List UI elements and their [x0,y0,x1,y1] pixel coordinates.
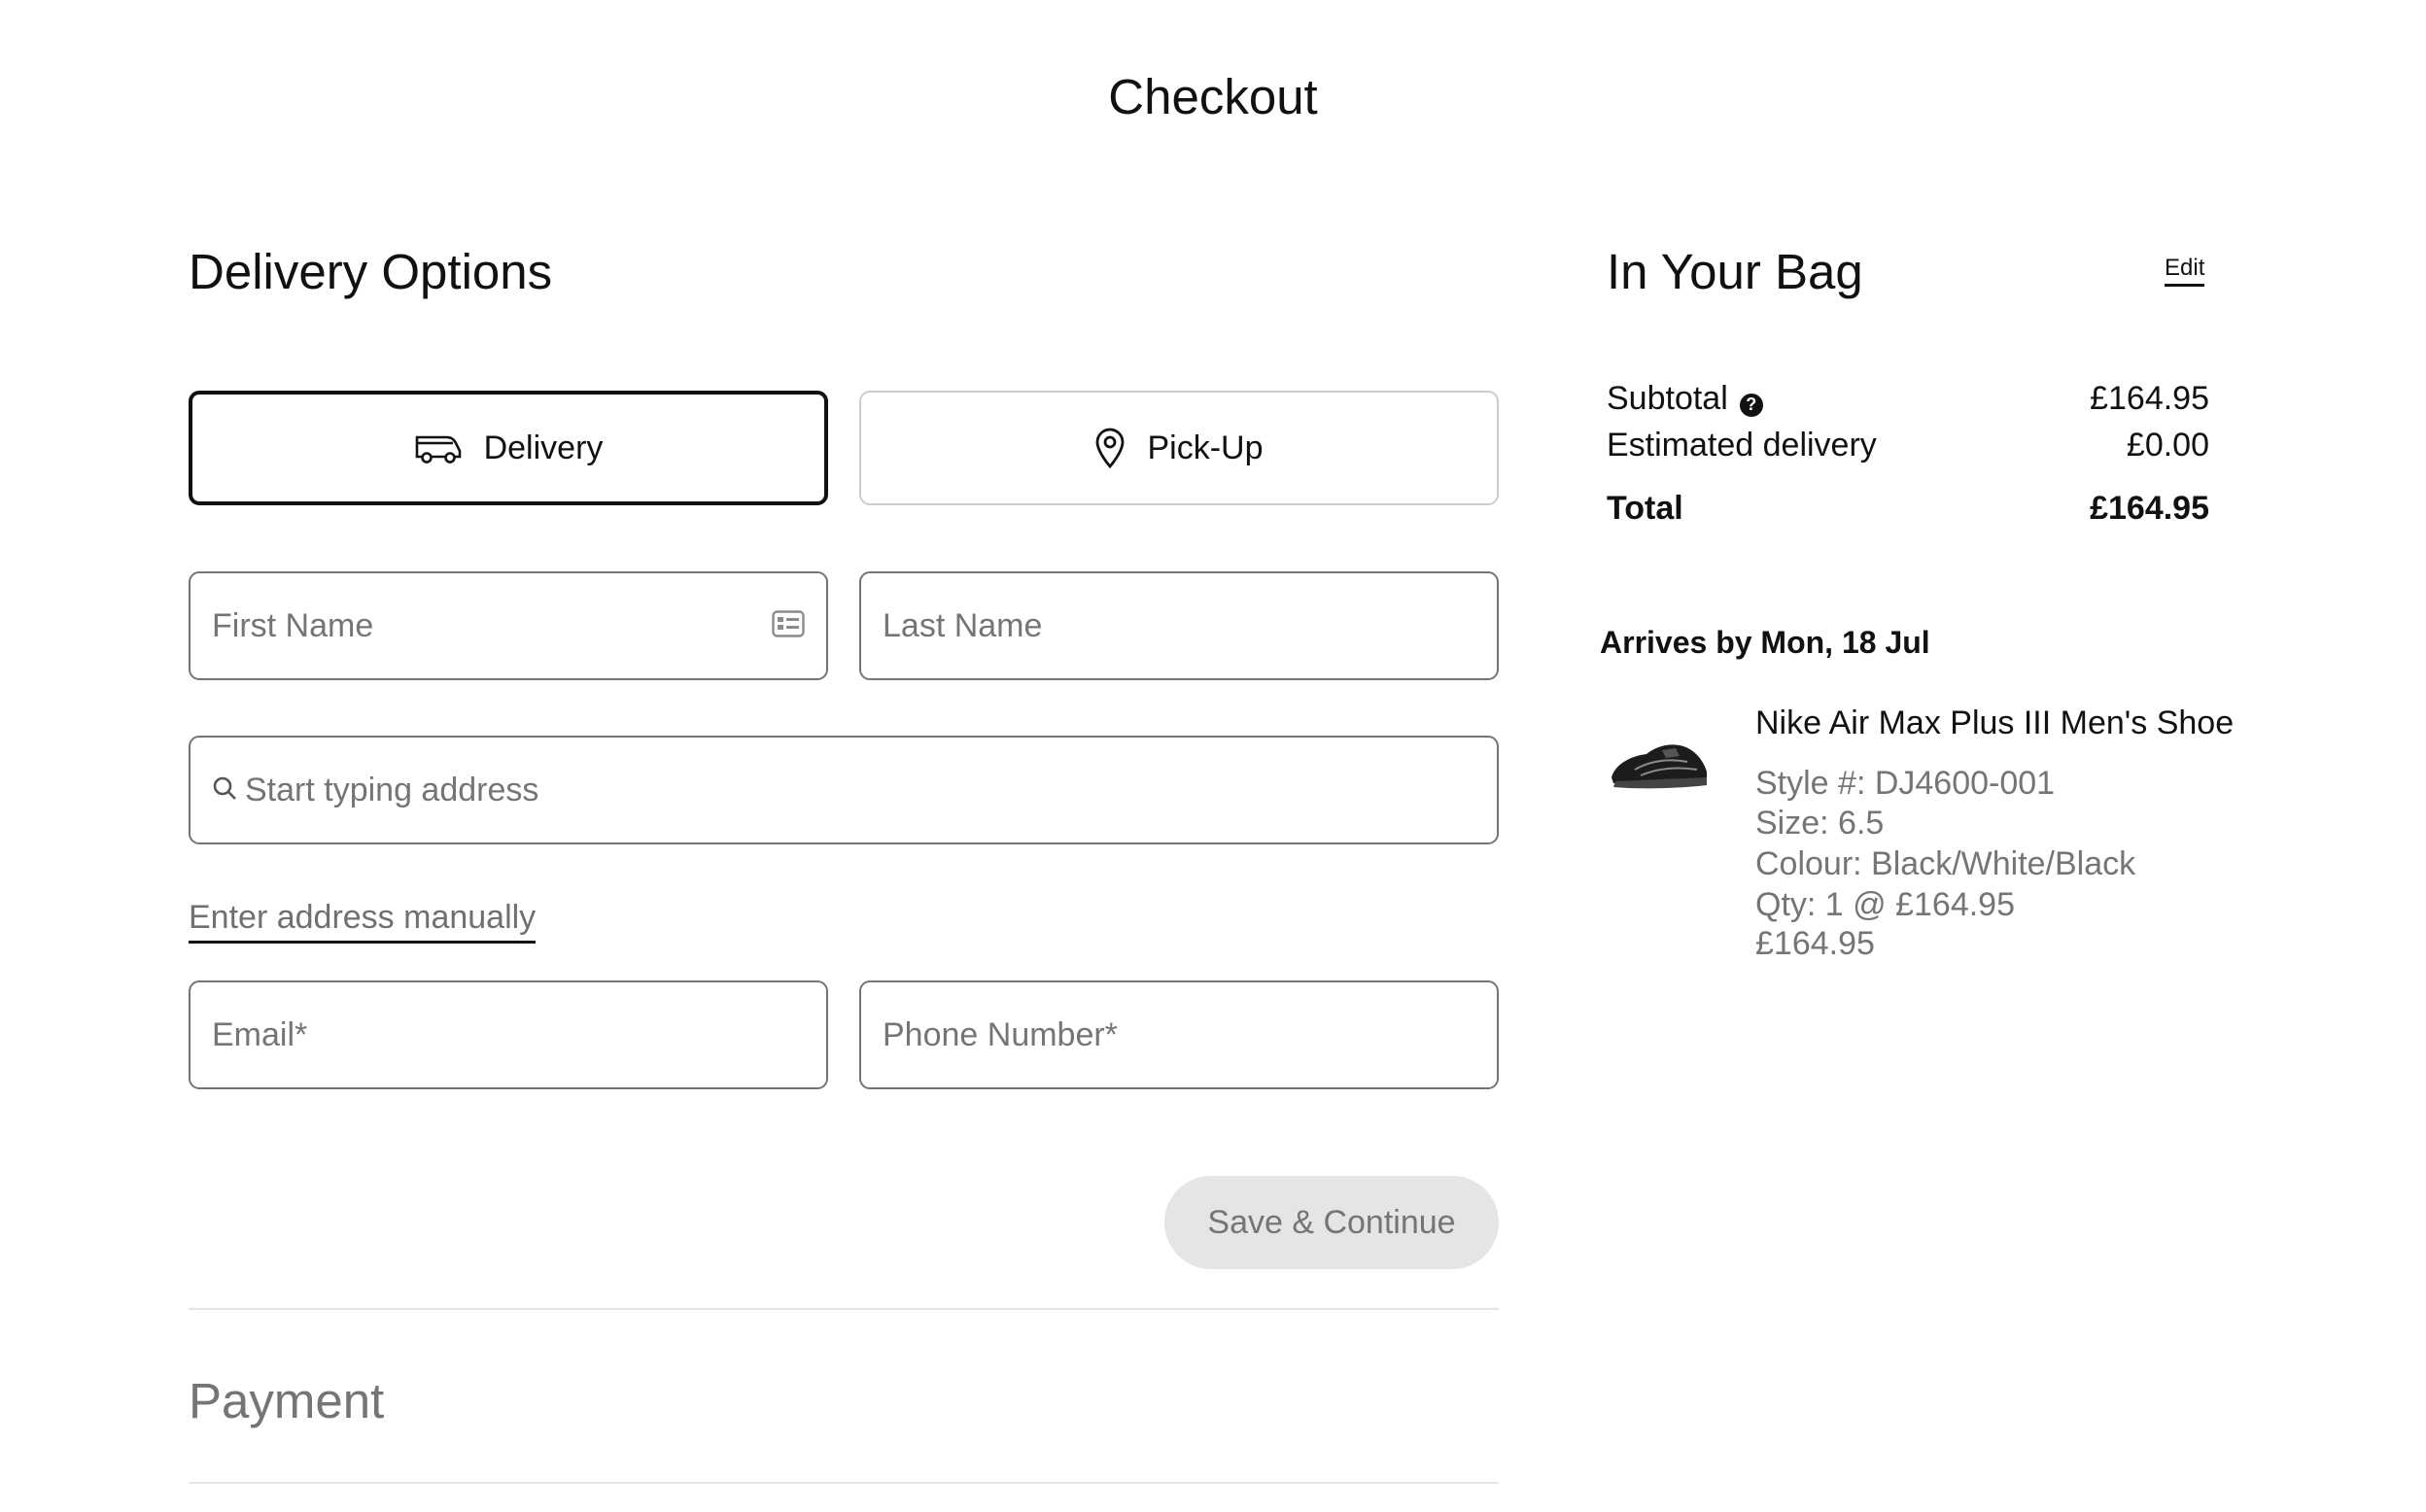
phone-input[interactable] [883,1015,1475,1054]
total-value: £164.95 [2090,490,2209,527]
product-size: Size: 6.5 [1755,805,1885,842]
total-label: Total [1607,490,1683,527]
pickup-option-label: Pick-Up [1147,429,1264,466]
email-input[interactable] [212,1015,805,1054]
subtotal-value: £164.95 [2090,380,2209,417]
payment-divider [189,1482,1499,1484]
location-pin-icon [1094,428,1126,468]
arrival-date: Arrives by Mon, 18 Jul [1600,625,1930,660]
product-style: Style #: DJ4600-001 [1755,765,2056,802]
product-price: £164.95 [1755,925,1875,962]
subtotal-label: Subtotal [1607,380,1728,417]
estimated-delivery-label: Estimated delivery [1607,427,1877,464]
bag-edit-link[interactable]: Edit [2165,255,2205,287]
total-row: Total £164.95 [1607,489,2209,528]
search-icon [212,775,237,806]
pickup-option-button[interactable]: Pick-Up [859,391,1499,505]
email-field[interactable] [189,980,828,1089]
page-title: Checkout [1108,69,1318,124]
subtotal-row: Subtotal? £164.95 [1607,379,2209,418]
product-name[interactable]: Nike Air Max Plus III Men's Shoe [1755,704,2234,742]
delivery-options-title: Delivery Options [189,244,553,299]
section-divider [189,1308,1499,1310]
delivery-cost-row: Estimated delivery £0.00 [1607,426,2209,464]
last-name-input[interactable] [883,606,1475,645]
phone-field[interactable] [859,980,1499,1089]
first-name-field[interactable] [189,571,828,680]
address-search-field[interactable] [189,736,1499,844]
enter-address-manually-link[interactable]: Enter address manually [189,898,537,944]
last-name-field[interactable] [859,571,1499,680]
address-search-input[interactable] [245,771,1475,809]
contact-card-icon[interactable] [772,609,805,642]
save-continue-button[interactable]: Save & Continue [1164,1176,1499,1269]
delivery-option-button[interactable]: Delivery [189,391,828,505]
product-qty: Qty: 1 @ £164.95 [1755,886,2016,923]
first-name-input[interactable] [212,606,772,645]
van-icon [414,431,463,464]
product-colour: Colour: Black/White/Black [1755,845,2136,882]
help-icon[interactable]: ? [1739,393,1763,417]
delivery-option-label: Delivery [483,429,604,466]
estimated-delivery-value: £0.00 [2126,427,2209,464]
payment-title: Payment [189,1373,385,1428]
product-thumbnail[interactable] [1606,727,1713,801]
bag-title: In Your Bag [1607,244,1863,299]
